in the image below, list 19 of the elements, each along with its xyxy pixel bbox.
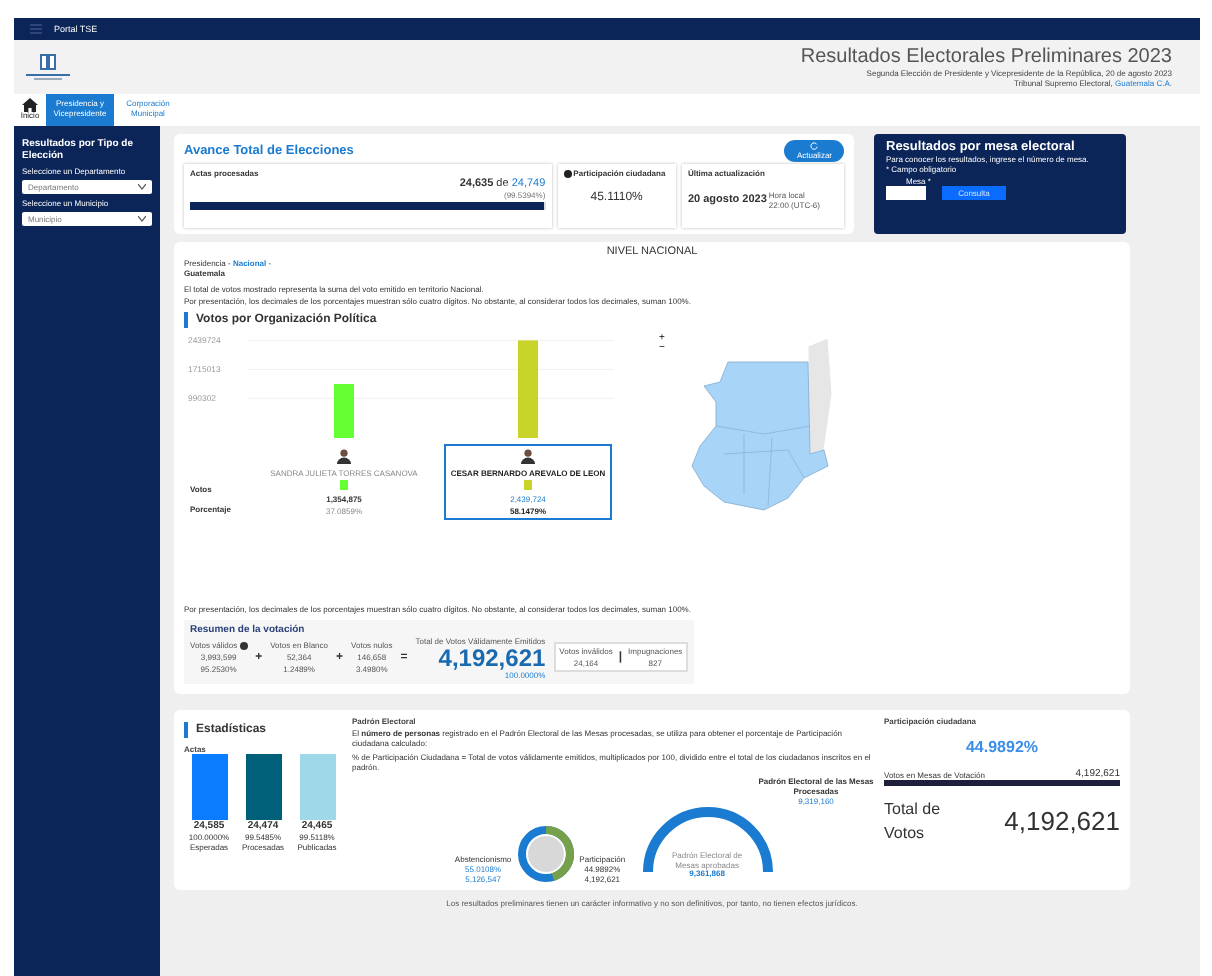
caret-icon bbox=[138, 216, 146, 222]
avatar-icon bbox=[520, 448, 536, 465]
caret-icon bbox=[138, 184, 146, 190]
gauge-chart bbox=[641, 805, 774, 874]
avatar-icon bbox=[336, 448, 352, 465]
total-votes: 4,192,621 bbox=[438, 645, 546, 670]
vote-bar bbox=[334, 384, 354, 439]
vote-bar bbox=[518, 340, 538, 439]
total-label: Total de Votos bbox=[884, 797, 943, 846]
participation-value: 44.9892% bbox=[963, 737, 1041, 756]
menu-icon[interactable] bbox=[30, 24, 42, 34]
page-title: Resultados Electorales Preliminares 2023 bbox=[800, 46, 1172, 68]
help-icon bbox=[563, 169, 572, 177]
total-votes: 4,192,621 bbox=[1004, 806, 1120, 837]
donut-chart bbox=[515, 823, 576, 884]
refresh-icon bbox=[810, 142, 819, 150]
table-number-field[interactable] bbox=[886, 186, 926, 200]
home-icon bbox=[22, 98, 38, 113]
logo-icon bbox=[22, 51, 74, 83]
